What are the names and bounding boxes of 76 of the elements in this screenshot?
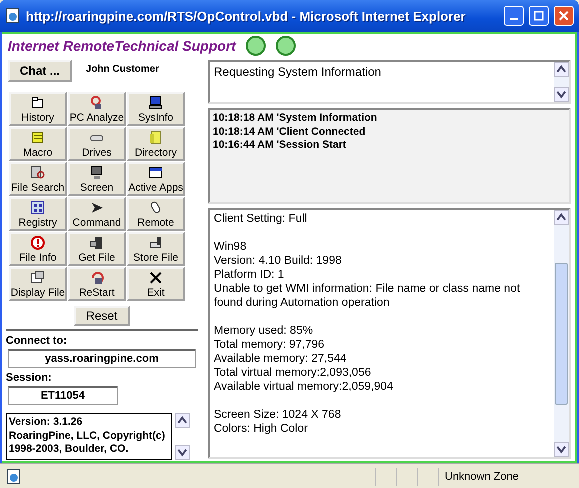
tool-button[interactable]: File Search	[9, 162, 67, 196]
info-line: Colors: High Color	[214, 422, 309, 436]
download-icon	[89, 234, 105, 250]
warning-icon	[30, 234, 46, 250]
binder-icon	[148, 130, 164, 146]
cross-icon	[148, 270, 164, 286]
tool-button[interactable]: File Info	[9, 232, 67, 266]
tool-button[interactable]: Registry	[9, 197, 67, 231]
scroll-thumb[interactable]	[555, 262, 568, 404]
tool-button[interactable]: Screen	[68, 162, 126, 196]
session-label: Session:	[6, 372, 53, 384]
tool-button[interactable]: PC Analyze	[68, 92, 126, 126]
monitor-icon	[89, 164, 105, 180]
maximize-icon	[534, 11, 544, 21]
connect-label: Connect to:	[6, 335, 68, 347]
info-line: Available virtual memory:2,059,904	[214, 380, 394, 394]
tool-button[interactable]: SysInfo	[127, 92, 185, 126]
scroll-up-icon[interactable]	[175, 413, 190, 428]
zone-label: Unknown Zone	[445, 470, 519, 482]
session-field[interactable]: ET11054	[8, 386, 118, 405]
tool-button[interactable]: History	[9, 92, 67, 126]
tool-button[interactable]: Remote	[127, 197, 185, 231]
page-icon	[5, 8, 21, 24]
scroll-up-icon[interactable]	[554, 62, 569, 77]
info-line: Platform ID: 1	[214, 268, 286, 282]
info-line: Unable to get WMI information: File name or class name not found during Automation operation	[214, 282, 522, 310]
status-message: Requesting System Information	[213, 64, 382, 81]
close-icon	[559, 11, 569, 21]
log-entry: 10:16:44 AM 'Session Start	[213, 139, 348, 153]
window-icon	[148, 164, 164, 180]
status-light-icon	[276, 36, 296, 56]
app-title: Internet RemoteTechnical Support	[8, 38, 236, 54]
close-button[interactable]	[554, 6, 574, 26]
info-line: Client Setting: Full	[214, 212, 308, 226]
minimize-button[interactable]	[504, 6, 524, 26]
tool-button[interactable]: ReStart	[68, 267, 126, 301]
documents-icon	[30, 270, 46, 286]
info-line: Memory used: 85%	[214, 324, 314, 338]
scroll-down-icon[interactable]	[554, 442, 569, 457]
scroll-up-icon[interactable]	[554, 210, 569, 225]
tool-button[interactable]: Store File	[127, 232, 185, 266]
chat-button[interactable]: Chat ...	[8, 60, 72, 82]
log-entry: 10:18:18 AM 'System Information	[213, 112, 378, 126]
file-search-icon	[30, 164, 46, 180]
tool-button[interactable]: Drives	[68, 127, 126, 161]
scroll-down-icon[interactable]	[175, 444, 190, 460]
minimize-icon	[510, 18, 518, 20]
window-title: http://roaringpine.com/RTS/OpControl.vbd - Microsoft Internet Explorer	[26, 8, 467, 24]
maximize-button[interactable]	[529, 6, 549, 26]
status-light-icon	[246, 36, 266, 56]
scroll-down-icon[interactable]	[554, 87, 569, 102]
customer-name: John Customer	[86, 63, 160, 75]
notepad-icon	[30, 130, 46, 146]
tool-button[interactable]: Macro	[9, 127, 67, 161]
upload-icon	[148, 234, 164, 250]
info-line: Available memory: 27,544	[214, 352, 348, 366]
version-text: Version: 3.1.26 RoaringPine, LLC, Copyright(c) 1998-2003, Boulder, CO.	[6, 413, 172, 460]
tool-button[interactable]: Display File	[9, 267, 67, 301]
info-line: Version: 4.10 Build: 1998	[214, 254, 343, 268]
folder-icon	[30, 94, 46, 110]
tool-button[interactable]: Command	[68, 197, 126, 231]
tool-button[interactable]: Directory	[127, 127, 185, 161]
info-line: Win98	[214, 240, 248, 254]
log-entry: 10:18:14 AM 'Client Connected	[213, 126, 367, 140]
reset-button[interactable]: Reset	[74, 306, 130, 326]
tool-button[interactable]: Get File	[68, 232, 126, 266]
grid-icon	[30, 200, 46, 216]
computer-icon	[148, 94, 164, 110]
restart-icon	[89, 270, 105, 286]
page-icon	[6, 468, 22, 484]
info-line: Total memory: 97,796	[214, 338, 326, 352]
info-line: Total virtual memory:2,093,056	[214, 366, 372, 380]
tool-button[interactable]: Active Apps	[127, 162, 185, 196]
tool-button[interactable]: Exit	[127, 267, 185, 301]
info-line: Screen Size: 1024 X 768	[214, 408, 342, 422]
connect-field[interactable]: yass.roaringpine.com	[8, 349, 196, 368]
